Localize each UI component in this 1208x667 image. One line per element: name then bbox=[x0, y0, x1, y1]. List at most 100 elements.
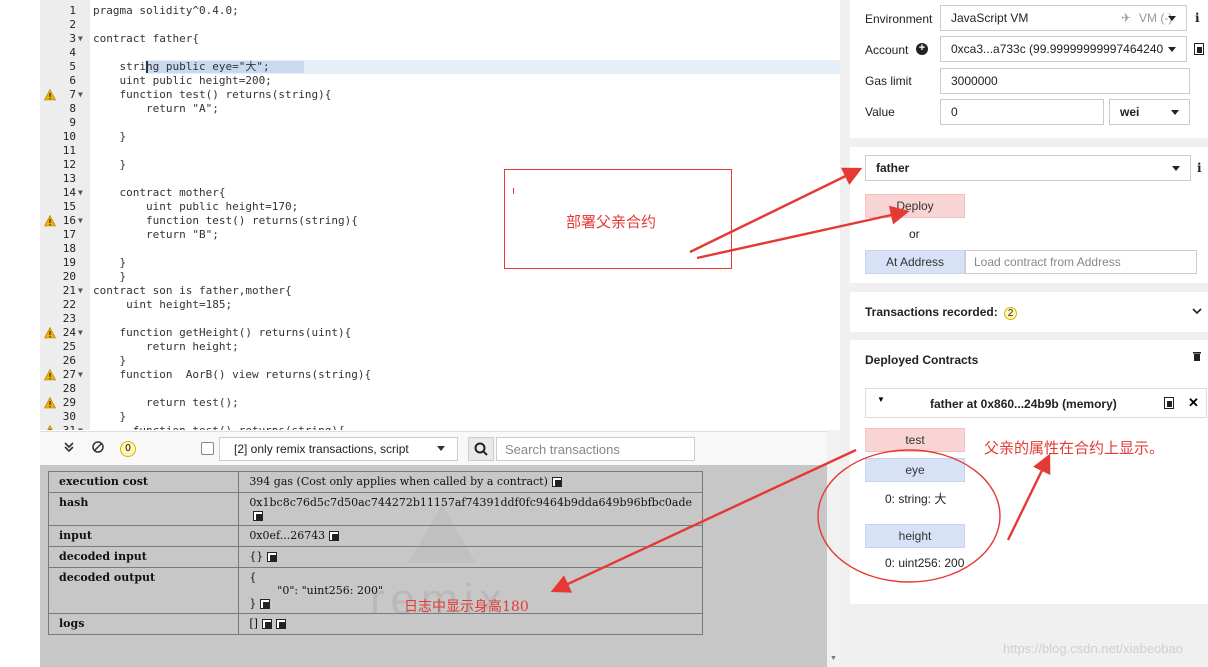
copy-icon[interactable] bbox=[267, 552, 278, 562]
scroll-down-icon[interactable]: ▼ bbox=[827, 655, 840, 667]
line-number: 21 bbox=[62, 284, 76, 297]
line-number: 25 bbox=[62, 340, 76, 353]
copy-icon[interactable] bbox=[260, 599, 271, 609]
line-number: 5 bbox=[69, 60, 76, 73]
fold-icon[interactable]: ▼ bbox=[78, 186, 86, 200]
at-address-input[interactable]: Load contract from Address bbox=[965, 250, 1197, 274]
function-button-test[interactable]: test bbox=[865, 428, 965, 452]
code-line: 8 return "A"; bbox=[40, 102, 830, 116]
code-text: return "B"; bbox=[93, 228, 219, 241]
code-text: uint height=185; bbox=[93, 298, 233, 311]
account-select[interactable]: 0xca3...a733c (99.99999999997464240 bbox=[940, 36, 1187, 62]
code-line: 28 bbox=[40, 382, 830, 396]
code-text: return height; bbox=[93, 340, 239, 353]
copy-icon[interactable] bbox=[1164, 397, 1174, 409]
terminal-scrollbar[interactable]: ▼ bbox=[827, 430, 840, 667]
code-line: 10 } bbox=[40, 130, 830, 144]
code-text: } bbox=[93, 130, 127, 143]
code-line: 9 bbox=[40, 116, 830, 130]
at-address-button[interactable]: At Address bbox=[865, 250, 965, 274]
fold-icon[interactable]: ▼ bbox=[78, 284, 86, 298]
code-text: string public eye="大"; bbox=[93, 60, 270, 73]
line-number: 3 bbox=[69, 32, 76, 45]
function-button-height[interactable]: height bbox=[865, 524, 965, 548]
log-annotation: 日志中显示身高180 bbox=[404, 599, 529, 615]
deploy-button[interactable]: Deploy bbox=[865, 194, 965, 218]
clear-console-icon[interactable] bbox=[92, 441, 104, 456]
add-account-icon[interactable]: + bbox=[916, 43, 928, 55]
copy-icon[interactable] bbox=[275, 619, 286, 629]
table-row: decoded input{} bbox=[47, 546, 703, 568]
left-margin bbox=[0, 0, 40, 667]
terminal-output: remix execution cost 394 gas (Cost only a… bbox=[40, 465, 828, 667]
transactions-recorded-card[interactable]: Transactions recorded: 2 bbox=[850, 292, 1208, 332]
caret-down-icon[interactable]: ▼ bbox=[877, 395, 885, 404]
line-number: 2 bbox=[69, 18, 76, 31]
listen-network-checkbox[interactable] bbox=[201, 442, 214, 455]
fold-icon[interactable]: ▼ bbox=[78, 32, 86, 46]
pending-tx-count: 0 bbox=[120, 441, 136, 457]
line-number: 30 bbox=[62, 410, 76, 423]
copy-icon[interactable] bbox=[329, 531, 340, 541]
line-number: 29 bbox=[62, 396, 76, 409]
search-button[interactable] bbox=[468, 437, 494, 461]
table-row: logs[] bbox=[47, 613, 703, 635]
close-icon[interactable]: ✕ bbox=[1188, 395, 1199, 411]
code-text: } bbox=[93, 270, 127, 283]
code-text: return test(); bbox=[93, 396, 239, 409]
code-line: 11 bbox=[40, 144, 830, 158]
chevron-down-icon bbox=[1168, 16, 1176, 21]
code-text: } bbox=[93, 410, 127, 423]
code-line: 21 ▼ contract son is father,mother{ bbox=[40, 284, 830, 298]
gas-limit-input[interactable]: 3000000 bbox=[940, 68, 1190, 94]
copy-icon[interactable] bbox=[1194, 43, 1204, 55]
code-line: 29 return test(); bbox=[40, 396, 830, 410]
code-text: } bbox=[93, 158, 127, 171]
environment-select[interactable]: JavaScript VM ✈ VM (-) bbox=[940, 5, 1187, 31]
terminal-filter-select[interactable]: [2] only remix transactions, script bbox=[219, 437, 458, 461]
transactions-recorded-title: Transactions recorded: 2 bbox=[865, 305, 1018, 320]
code-line: 7 ▼ function test() returns(string){ bbox=[40, 88, 830, 102]
line-number: 15 bbox=[62, 200, 76, 213]
contract-select[interactable]: father bbox=[865, 155, 1191, 181]
contract-instance-header[interactable]: ▼ father at 0x860...24b9b (memory) ✕ bbox=[865, 388, 1207, 418]
collapse-terminal-icon[interactable] bbox=[64, 441, 74, 455]
tx-field-value: 0x0ef...26743 bbox=[238, 525, 703, 547]
fold-icon[interactable]: ▼ bbox=[78, 214, 86, 228]
code-text: pragma solidity^0.4.0; bbox=[93, 4, 239, 17]
value-unit-select[interactable]: wei bbox=[1109, 99, 1190, 125]
function-result: 0: uint256: 200 bbox=[885, 556, 965, 570]
fold-icon[interactable]: ▼ bbox=[78, 326, 86, 340]
fold-icon[interactable]: ▼ bbox=[78, 368, 86, 382]
value-input[interactable]: 0 bbox=[940, 99, 1104, 125]
site-watermark: https://blog.csdn.net/xiabeobao bbox=[1003, 641, 1183, 656]
function-button-eye[interactable]: eye bbox=[865, 458, 965, 482]
info-icon[interactable]: i bbox=[1197, 161, 1202, 175]
code-line: 31▼ function test() returns(string){ bbox=[40, 424, 830, 430]
code-text: contract mother{ bbox=[93, 186, 226, 199]
code-line: 6 uint public height=200; bbox=[40, 74, 830, 88]
deploy-card: father i Deploy or At Address Load contr… bbox=[850, 147, 1208, 283]
chevron-down-icon bbox=[437, 446, 445, 451]
fold-icon[interactable]: ▼ bbox=[78, 88, 86, 102]
chevron-down-icon[interactable] bbox=[1192, 308, 1202, 315]
copy-icon[interactable] bbox=[551, 477, 562, 487]
copy-icon[interactable] bbox=[253, 511, 264, 521]
transactions-recorded-count: 2 bbox=[1004, 307, 1018, 320]
copy-icon[interactable] bbox=[261, 619, 272, 629]
fold-icon[interactable]: ▼ bbox=[78, 424, 86, 430]
line-number: 9 bbox=[69, 116, 76, 129]
terminal-filter-label: [2] only remix transactions, script bbox=[234, 442, 409, 456]
line-number: 22 bbox=[62, 298, 76, 311]
account-label: Account bbox=[865, 43, 909, 57]
table-row: decoded output{ "0": "uint256: 200" } bbox=[47, 567, 703, 614]
code-line: 22 uint height=185; bbox=[40, 298, 830, 312]
search-transactions-input[interactable]: Search transactions bbox=[496, 437, 695, 461]
property-annotation: 父亲的属性在合约上显示。 bbox=[984, 440, 1165, 457]
code-line: 26 } bbox=[40, 354, 830, 368]
tx-field-value: [] bbox=[238, 613, 703, 635]
trash-icon[interactable] bbox=[1192, 350, 1202, 362]
table-row: execution cost 394 gas (Cost only applies… bbox=[47, 471, 703, 493]
info-icon[interactable]: i bbox=[1195, 11, 1200, 25]
chevron-down-icon bbox=[1171, 110, 1179, 115]
